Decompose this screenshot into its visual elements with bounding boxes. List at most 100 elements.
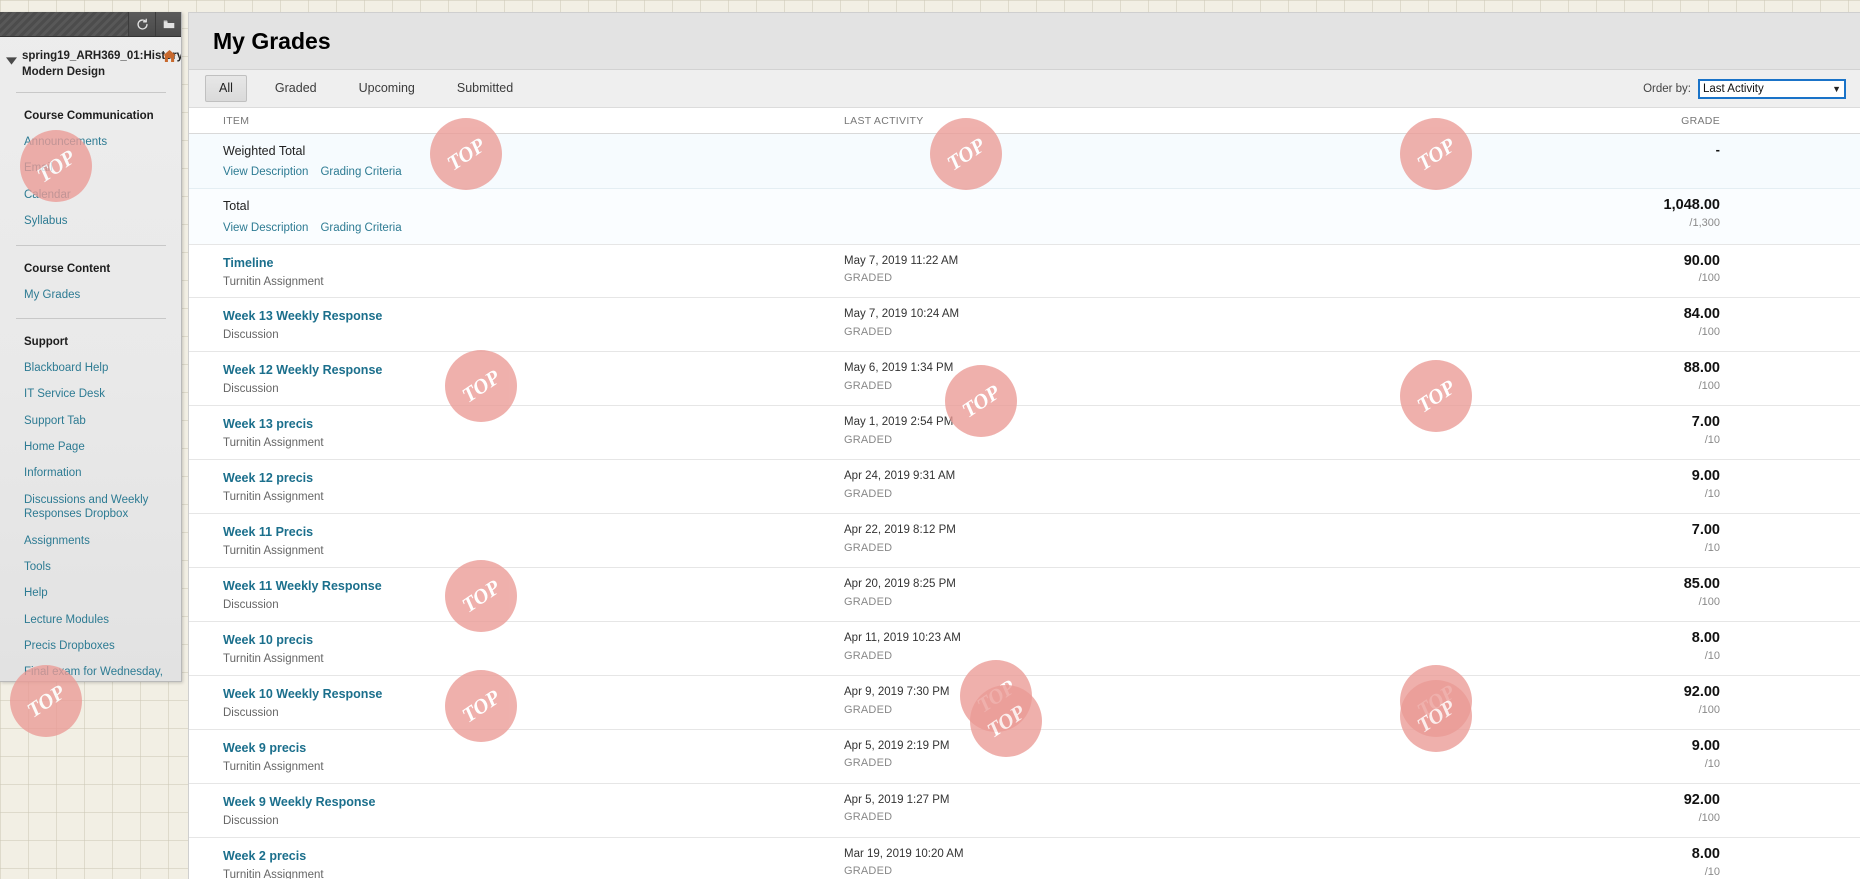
item-name-link[interactable]: Week 11 Weekly Response xyxy=(223,578,382,594)
table-row[interactable]: Week 11 Weekly Response Discussion Apr 20,… xyxy=(189,568,1860,623)
item-name-link[interactable]: Week 13 Weekly Response xyxy=(223,308,382,324)
table-row[interactable]: Week 10 precis Turnitin Assignment Apr 11,… xyxy=(189,622,1860,676)
status-badge: GRADED xyxy=(844,703,893,716)
item-name-link[interactable]: Week 12 precis xyxy=(223,470,313,486)
sidebar-item-precis-dropboxes[interactable]: Precis Dropboxes xyxy=(0,633,181,659)
sidebar-item-help[interactable]: Help xyxy=(0,580,181,606)
cell-last-activity: Apr 5, 2019 1:27 PM GRADED xyxy=(844,793,1344,824)
grade-out-of: /10 xyxy=(1704,542,1720,555)
table-row[interactable]: Week 9 precis Turnitin Assignment Apr 5, 2… xyxy=(189,730,1860,784)
sidebar-item-syllabus[interactable]: Syllabus xyxy=(0,208,181,234)
activity-date: Apr 20, 2019 8:25 PM xyxy=(844,578,956,591)
caret-down-icon[interactable] xyxy=(6,49,22,70)
order-by-select[interactable]: Last Activity ▼ xyxy=(1698,78,1846,99)
table-row[interactable]: Total View Description Grading Criteria 1,0… xyxy=(189,189,1860,245)
table-row[interactable]: Week 2 precis Turnitin Assignment Mar 19, … xyxy=(189,838,1860,879)
grading-criteria-link[interactable]: Grading Criteria xyxy=(320,166,401,178)
course-title-row[interactable]: spring19_ARH369_01:History Modern Design xyxy=(0,37,182,88)
item-name-link[interactable]: Week 2 precis xyxy=(223,848,306,864)
table-row[interactable]: Weighted Total View Description Grading Cr… xyxy=(189,134,1860,190)
menu-section-heading: Course Communication xyxy=(24,110,154,123)
grading-criteria-link[interactable]: Grading Criteria xyxy=(320,222,401,234)
tab-upcoming[interactable]: Upcoming xyxy=(345,75,429,101)
item-name-link[interactable]: Week 11 Precis xyxy=(223,524,313,540)
sidebar-item-announcements[interactable]: Announcements xyxy=(0,129,181,155)
cell-item: Week 10 precis Turnitin Assignment xyxy=(189,631,844,667)
sidebar-item-it-service-desk[interactable]: IT Service Desk xyxy=(0,381,181,407)
status-badge: GRADED xyxy=(844,541,893,554)
item-name-link[interactable]: Week 10 precis xyxy=(223,632,313,648)
cell-item: Week 11 Precis Turnitin Assignment xyxy=(189,523,844,559)
table-row[interactable]: Week 11 Precis Turnitin Assignment Apr 22,… xyxy=(189,514,1860,569)
tab-submitted[interactable]: Submitted xyxy=(443,75,527,101)
course-title: spring19_ARH369_01:History Modern Design xyxy=(22,50,182,78)
sidebar-item-my-grades[interactable]: My Grades xyxy=(0,282,181,308)
menu-section-heading: Support xyxy=(24,335,69,348)
course-menu-scroll-area[interactable]: spring19_ARH369_01:History Modern Design… xyxy=(0,37,182,681)
view-description-link[interactable]: View Description xyxy=(223,166,308,178)
menu-divider xyxy=(16,92,166,94)
status-badge: GRADED xyxy=(844,757,893,770)
table-row[interactable]: Timeline Turnitin Assignment May 7, 2019 1… xyxy=(189,245,1860,299)
item-name: Total xyxy=(223,199,250,214)
grade-out-of: /100 xyxy=(1698,272,1720,285)
sidebar-item-lecture-modules[interactable]: Lecture Modules xyxy=(0,607,181,633)
grade-out-of: /10 xyxy=(1704,757,1720,770)
activity-date: Apr 24, 2019 9:31 AM xyxy=(844,470,956,483)
table-row[interactable]: Week 13 Weekly Response Discussion May 7, … xyxy=(189,298,1860,353)
grade-out-of: /10 xyxy=(1704,865,1720,878)
cell-last-activity: May 7, 2019 10:24 AM GRADED xyxy=(844,307,1344,338)
sidebar-item-final-exam-for-wednesday-may-15[interactable]: Final exam for Wednesday, May 15 xyxy=(0,659,181,681)
grade-value: 7.00 xyxy=(1691,522,1720,539)
table-row[interactable]: Week 9 Weekly Response Discussion Apr 5, 2… xyxy=(189,784,1860,838)
cell-grade: 8.00/10 xyxy=(1344,846,1860,878)
course-menu-toolbar xyxy=(0,12,181,37)
sidebar-item-email[interactable]: Email xyxy=(0,155,181,181)
sidebar-item-information[interactable]: Information xyxy=(0,460,181,486)
menu-divider xyxy=(16,317,166,319)
activity-date: May 6, 2019 1:34 PM xyxy=(844,362,954,375)
table-row[interactable]: Week 10 Weekly Response Discussion Apr 9, … xyxy=(189,676,1860,730)
tab-all[interactable]: All xyxy=(205,75,247,102)
grade-out-of: /100 xyxy=(1698,703,1720,716)
cell-item: Week 9 Weekly Response Discussion xyxy=(189,793,844,829)
table-row[interactable]: Week 12 Weekly Response Discussion May 6, … xyxy=(189,352,1860,407)
item-name: Weighted Total xyxy=(223,144,306,158)
tab-graded[interactable]: Graded xyxy=(261,75,331,101)
table-row[interactable]: Week 12 precis Turnitin Assignment Apr 24,… xyxy=(189,460,1860,515)
table-row[interactable]: Week 13 precis Turnitin Assignment May 1, … xyxy=(189,406,1860,461)
sidebar-item-discussions-and-weekly-responses-dropbox[interactable]: Discussions and Weekly Responses Dropbox xyxy=(0,487,181,528)
menu-section: Course Communication Announcements Email Ca… xyxy=(0,95,181,241)
item-name-link[interactable]: Week 13 precis xyxy=(223,416,313,432)
cell-grade: 88.00/100 xyxy=(1344,360,1860,392)
cell-item: Week 12 precis Turnitin Assignment xyxy=(189,469,844,505)
sidebar-item-assignments[interactable]: Assignments xyxy=(0,528,181,554)
sidebar-item-tools[interactable]: Tools xyxy=(0,554,181,580)
home-icon[interactable] xyxy=(163,49,176,67)
column-header-item: ITEM xyxy=(223,115,250,127)
chevron-down-icon: ▼ xyxy=(1832,83,1841,94)
item-type: Discussion xyxy=(223,707,279,719)
bookmark-icon[interactable] xyxy=(155,12,181,36)
activity-date: Apr 22, 2019 8:12 PM xyxy=(844,524,956,537)
sidebar-item-support-tab[interactable]: Support Tab xyxy=(0,408,181,434)
item-name-link[interactable]: Week 10 Weekly Response xyxy=(223,686,382,702)
item-type: Turnitin Assignment xyxy=(223,868,324,879)
item-name-link[interactable]: Timeline xyxy=(223,255,273,271)
activity-date: May 7, 2019 11:22 AM xyxy=(844,254,959,267)
cell-item: Week 13 Weekly Response Discussion xyxy=(189,307,844,343)
cell-grade: 9.00/10 xyxy=(1344,738,1860,770)
sidebar-item-home-page[interactable]: Home Page xyxy=(0,434,181,460)
reload-icon[interactable] xyxy=(128,12,155,36)
view-description-link[interactable]: View Description xyxy=(223,222,308,234)
item-name-link[interactable]: Week 9 precis xyxy=(223,740,306,756)
status-badge: GRADED xyxy=(844,487,893,500)
item-name-link[interactable]: Week 12 Weekly Response xyxy=(223,362,382,378)
cell-grade: 9.00/10 xyxy=(1344,468,1860,500)
content-panel: My Grades All Graded Upcoming Submitted Ord… xyxy=(188,12,1860,879)
sidebar-item-blackboard-help[interactable]: Blackboard Help xyxy=(0,355,181,381)
sidebar-item-calendar[interactable]: Calendar xyxy=(0,182,181,208)
item-name-link[interactable]: Week 9 Weekly Response xyxy=(223,794,375,810)
menu-section: Support Blackboard Help IT Service Desk Sup… xyxy=(0,321,181,681)
grade-out-of: /1,300 xyxy=(1689,217,1720,230)
